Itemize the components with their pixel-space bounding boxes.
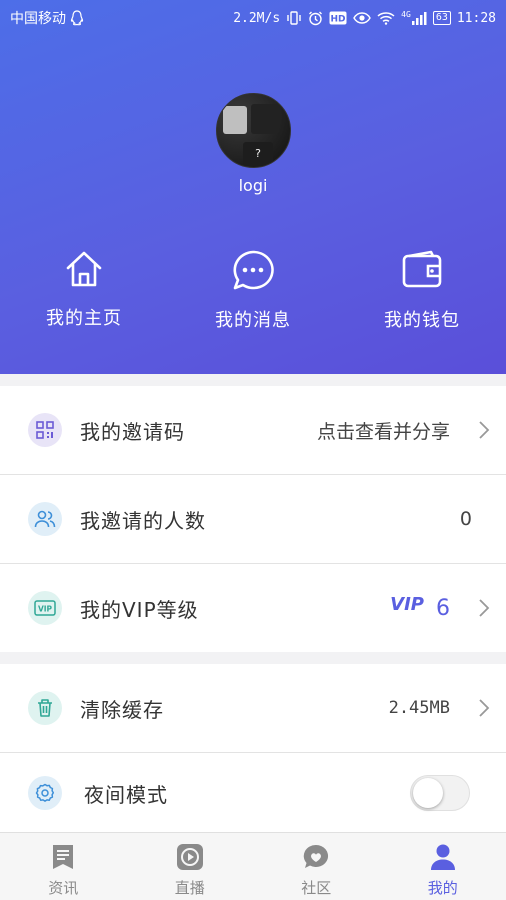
chevron-right-icon	[479, 599, 490, 617]
users-icon	[34, 510, 56, 528]
profile-header: 中国移动 2.2M/s HD 4G 63 11:28 ? logi 我的主页 我…	[0, 0, 506, 374]
avatar[interactable]: ?	[216, 93, 291, 168]
play-icon	[176, 844, 203, 870]
invite-count-value: 0	[459, 508, 472, 530]
quick-action-label: 我的主页	[46, 308, 122, 329]
clear-cache-title: 清除缓存	[80, 697, 164, 722]
vip-level-value: 6	[436, 595, 450, 621]
quick-action-label: 我的钱包	[384, 310, 460, 331]
tab-news[interactable]: 资讯	[0, 833, 127, 900]
vip-level-title: 我的VIP等级	[80, 597, 199, 622]
hd-icon: HD	[329, 11, 347, 25]
username: logi	[238, 176, 268, 195]
vip-badge: VIP	[390, 594, 424, 615]
qrcode-icon	[36, 421, 54, 439]
user-icon	[430, 844, 455, 870]
night-mode-toggle[interactable]	[410, 775, 470, 811]
bottom-tab-bar: 资讯 直播 社区 我的	[0, 832, 506, 900]
vip-level-icon-wrap: VIP	[28, 591, 62, 625]
eye-icon	[353, 12, 371, 24]
wifi-icon	[377, 12, 395, 25]
trash-icon	[38, 699, 52, 717]
battery-indicator: 63	[432, 11, 451, 25]
invite-code-row[interactable]: 我的邀请码 点击查看并分享	[0, 386, 506, 474]
network-speed: 2.2M/s	[233, 10, 281, 26]
community-icon	[304, 844, 329, 868]
clock: 11:28	[456, 10, 496, 26]
tab-label: 直播	[174, 879, 205, 897]
wallet-icon	[402, 250, 442, 288]
chevron-right-icon	[479, 421, 490, 439]
vip-icon: VIP	[34, 600, 56, 616]
invite-code-icon-wrap	[28, 413, 62, 447]
news-icon	[53, 845, 74, 869]
night-mode-icon-wrap	[28, 776, 62, 810]
status-bar: 中国移动 2.2M/s HD 4G 63 11:28	[0, 0, 506, 36]
invite-count-icon-wrap	[28, 502, 62, 536]
quick-action-label: 我的消息	[215, 310, 291, 331]
message-icon	[233, 250, 274, 290]
chevron-right-icon	[479, 699, 490, 717]
svg-text:VIP: VIP	[38, 605, 53, 614]
quick-action-wallet[interactable]: 我的钱包	[362, 250, 482, 332]
invite-count-row: 我邀请的人数 0	[0, 475, 506, 563]
quick-action-home[interactable]: 我的主页	[24, 250, 144, 330]
cache-size-value: 2.45MB	[388, 698, 450, 718]
invite-count-title: 我邀请的人数	[80, 508, 206, 533]
invite-code-title: 我的邀请码	[80, 419, 185, 444]
invite-code-value: 点击查看并分享	[316, 420, 450, 443]
carrier-text: 中国移动	[10, 11, 66, 27]
qq-notification-icon	[70, 10, 84, 26]
alarm-icon	[309, 11, 323, 25]
gear-icon	[35, 783, 55, 802]
tab-label: 资讯	[48, 879, 79, 897]
tab-live[interactable]: 直播	[127, 833, 254, 900]
avatar-key-glyph: ?	[243, 142, 273, 166]
tab-label: 我的	[427, 879, 458, 897]
clear-cache-row[interactable]: 清除缓存 2.45MB	[0, 664, 506, 752]
toggle-knob	[413, 778, 443, 808]
night-mode-title: 夜间模式	[84, 782, 168, 807]
night-mode-row: 夜间模式	[0, 753, 506, 833]
tab-mine[interactable]: 我的	[380, 833, 506, 900]
network-type-label: 4G	[401, 9, 411, 19]
clear-cache-icon-wrap	[28, 691, 62, 725]
home-icon	[66, 251, 102, 287]
tab-label: 社区	[301, 879, 332, 897]
vibrate-icon	[287, 11, 301, 25]
vip-level-row[interactable]: VIP 我的VIP等级 VIP 6	[0, 564, 506, 652]
tab-community[interactable]: 社区	[253, 833, 380, 900]
signal-icon	[411, 12, 427, 25]
svg-text:HD: HD	[331, 15, 346, 25]
quick-action-messages[interactable]: 我的消息	[193, 250, 313, 332]
